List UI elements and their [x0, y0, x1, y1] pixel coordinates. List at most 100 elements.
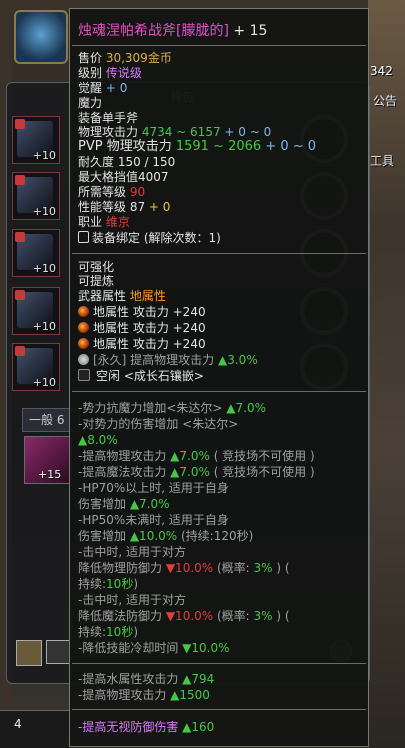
perf-label: 性能等级	[78, 200, 130, 214]
earth-attr-1: 地属性 攻击力 +240	[78, 305, 206, 319]
item-enhance: + 15	[228, 23, 268, 39]
pvp-label: PVP 物理攻击力	[78, 139, 176, 154]
socket-text: 空闲 <成长石镶嵌>	[96, 369, 204, 383]
stat-value: ▼10.0%	[165, 561, 214, 575]
bag-item-enhance: +15	[38, 468, 62, 481]
stat-value: ▼10.0%	[182, 641, 230, 655]
stat-value: ▲794	[182, 672, 215, 686]
equip-slot-4[interactable]: +10	[12, 287, 60, 335]
enhance-level: +10	[32, 149, 56, 162]
stat-chance: 3%	[253, 561, 273, 575]
job-value: 维京	[105, 215, 130, 229]
trash-icon[interactable]	[16, 640, 42, 666]
stat-6-value: 伤害增加 ▲10.0% (持续:120秒)	[78, 529, 253, 543]
bind-text: 装备绑定 (解除次数：1)	[92, 231, 221, 245]
item-tooltip: 烛魂涅帕希战斧[朦胧的] + 15 售价 30,309金币 级别 传说级 觉醒 …	[69, 8, 369, 747]
stat-4: -提高魔法攻击力 ▲7.0% ( 竞技场不可使用 )	[78, 465, 315, 479]
stat-text: -势力抗魔力增加<朱达尔>	[78, 401, 227, 415]
stat-text: 伤害增加	[78, 529, 130, 543]
phys-value: 4734 ~ 6157	[141, 125, 221, 139]
grade-row: 级别 传说级	[78, 66, 142, 80]
enhanceable: 可强化	[78, 260, 115, 274]
stat-note: ) (	[272, 561, 290, 575]
stat-duration: 10秒	[106, 577, 134, 591]
stat-note: )	[133, 625, 139, 639]
stat-text: -提高水属性攻击力	[78, 672, 183, 686]
divider	[72, 253, 366, 254]
stat-7: -击中时, 适用于对方	[78, 545, 186, 559]
weapon-attribute-row: 武器属性 地属性	[78, 289, 166, 303]
stat-note: (持续:120秒)	[177, 529, 254, 543]
perf-bonus: + 0	[145, 200, 171, 214]
bind-row: 装备绑定 (解除次数：1)	[78, 231, 221, 245]
perf-value: 87	[129, 200, 146, 214]
stat-8: -击中时, 适用于对方	[78, 593, 186, 607]
equip-type: 装备单手斧	[78, 111, 139, 125]
stat-3: -提高物理攻击力 ▲7.0% ( 竞技场不可使用 )	[78, 449, 315, 463]
stat-value: ▲7.0%	[170, 449, 210, 463]
stat-value: ▲7.0%	[226, 401, 266, 415]
perm-text: [永久] 提高物理攻击力	[93, 353, 218, 367]
req-value: 90	[129, 185, 146, 199]
stat-text: -提高物理攻击力	[78, 449, 171, 463]
magic-label: 魔力	[78, 96, 103, 110]
resource-count: 342	[370, 64, 393, 78]
stat-value: ▲7.0%	[170, 465, 210, 479]
equip-slot-1[interactable]: +10	[12, 116, 60, 164]
hotbar: 4	[0, 710, 70, 748]
stat-text: 持续:	[78, 577, 107, 591]
stat-note: )	[133, 577, 139, 591]
stat-6: -HP50%未满时, 适用于自身	[78, 513, 229, 527]
phys-bonus: + 0 ~ 0	[220, 125, 272, 139]
stat-text: 降低魔法防御力	[78, 609, 166, 623]
earth-orb-icon	[78, 338, 89, 349]
equip-slot-3[interactable]: +10	[12, 229, 60, 277]
stat-text: -提高物理攻击力	[78, 688, 171, 702]
stat-2: -对势力的伤害增加 <朱达尔>	[78, 417, 239, 431]
stat-2-value: ▲8.0%	[78, 433, 118, 447]
tools-label[interactable]: 工具	[370, 152, 394, 169]
character-avatar[interactable]	[14, 10, 68, 64]
stat-11: -提高物理攻击力 ▲1500	[78, 688, 210, 702]
equip-slot-5[interactable]: +10	[12, 343, 60, 391]
announce-button[interactable]: 公告	[373, 92, 397, 109]
phys-label: 物理攻击力	[78, 125, 142, 139]
price-label: 售价	[78, 51, 106, 65]
stat-8-duration: 持续:10秒)	[78, 625, 138, 639]
divider	[72, 391, 366, 392]
stat-9: -降低技能冷却时间 ▼10.0%	[78, 641, 230, 655]
item-name: 烛魂涅帕希战斧[朦胧的]	[78, 23, 229, 39]
empty-socket: 空闲 <成长石镶嵌>	[78, 369, 204, 383]
stat-note: (概率:	[213, 561, 254, 575]
stat-note: ) (	[272, 609, 290, 623]
stat-12: -提高无视防御伤害 ▲160	[78, 720, 214, 734]
weapon-attr-label: 武器属性	[78, 289, 130, 303]
stat-text: -提高魔法攻击力	[78, 465, 171, 479]
stat-text: 降低物理防御力	[78, 561, 166, 575]
pvp-bonus: + 0 ~ 0	[261, 139, 317, 154]
stat-value: ▼10.0%	[165, 609, 214, 623]
earth-attr-3: 地属性 攻击力 +240	[78, 337, 206, 351]
required-level-row: 所需等级 90	[78, 185, 145, 199]
enhance-level: +10	[32, 320, 56, 333]
divider	[72, 709, 366, 710]
divider	[72, 45, 366, 46]
enhance-level: +10	[32, 376, 56, 389]
stat-7-duration: 持续:10秒)	[78, 577, 138, 591]
performance-row: 性能等级 87 + 0	[78, 200, 170, 214]
equip-slot-2[interactable]: +10	[12, 172, 60, 220]
stat-7-value: 降低物理防御力 ▼10.0% (概率: 3% ) (	[78, 561, 290, 575]
earth-attr-text: 地属性 攻击力 +240	[93, 305, 206, 319]
price-row: 售价 30,309金币	[78, 51, 172, 65]
stat-note: (概率:	[213, 609, 254, 623]
sort-grid-icon[interactable]	[46, 640, 70, 664]
stat-text: 伤害增加	[78, 497, 130, 511]
req-label: 所需等级	[78, 185, 130, 199]
gem-icon	[78, 354, 89, 365]
stat-note: ( 竞技场不可使用 )	[209, 465, 315, 479]
job-row: 职业 维京	[78, 215, 130, 229]
durability: 耐久度 150 / 150	[78, 155, 176, 169]
enhance-level: +10	[32, 205, 56, 218]
earth-attr-text: 地属性 攻击力 +240	[93, 321, 206, 335]
stat-text: 持续:	[78, 625, 107, 639]
